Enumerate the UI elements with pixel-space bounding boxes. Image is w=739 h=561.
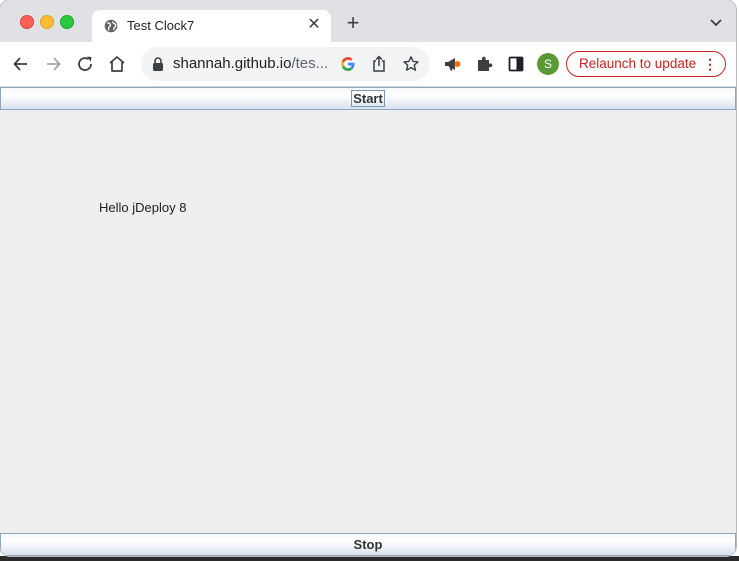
- lock-icon[interactable]: [152, 57, 164, 71]
- minimize-window-button[interactable]: [40, 15, 54, 29]
- back-arrow-icon[interactable]: [11, 54, 31, 74]
- profile-avatar[interactable]: S: [537, 53, 559, 75]
- toolbar: shannah.github.io/tes... S Relaunch to u…: [0, 42, 736, 87]
- megaphone-extension-icon[interactable]: [442, 54, 462, 74]
- url-text[interactable]: shannah.github.io/tes...: [173, 55, 328, 72]
- relaunch-to-update-button[interactable]: Relaunch to update ⋮: [566, 51, 726, 77]
- zoom-window-button[interactable]: [60, 15, 74, 29]
- forward-arrow-icon[interactable]: [43, 54, 63, 74]
- share-icon[interactable]: [371, 55, 387, 73]
- bottom-strip: [0, 556, 739, 561]
- bookmark-star-icon[interactable]: [402, 55, 420, 73]
- more-options-icon[interactable]: ⋮: [703, 52, 717, 76]
- reload-icon[interactable]: [75, 54, 95, 74]
- new-tab-button[interactable]: +: [343, 12, 363, 34]
- close-tab-icon[interactable]: ✕: [305, 16, 323, 34]
- side-panel-icon[interactable]: [506, 54, 526, 74]
- close-window-button[interactable]: [20, 15, 34, 29]
- home-icon[interactable]: [107, 54, 127, 74]
- chevron-down-icon[interactable]: [708, 14, 724, 30]
- hello-message: Hello jDeploy 8: [99, 200, 187, 215]
- relaunch-label: Relaunch to update: [579, 56, 697, 71]
- tab-strip: Test Clock7 ✕ +: [0, 0, 736, 42]
- stop-button[interactable]: Stop: [0, 533, 736, 556]
- extensions-puzzle-icon[interactable]: [474, 54, 494, 74]
- google-icon[interactable]: [340, 56, 356, 72]
- tab-title: Test Clock7: [127, 18, 195, 33]
- tab-test-clock7[interactable]: Test Clock7 ✕: [92, 10, 331, 42]
- browser-window: Test Clock7 ✕ + shannah.github.io/tes...: [0, 0, 736, 556]
- start-button[interactable]: Start: [0, 87, 736, 110]
- address-bar[interactable]: shannah.github.io/tes...: [141, 47, 430, 81]
- start-button-label: Start: [351, 90, 385, 107]
- globe-icon: [104, 19, 118, 33]
- page-content: Start Hello jDeploy 8 Stop: [0, 87, 736, 556]
